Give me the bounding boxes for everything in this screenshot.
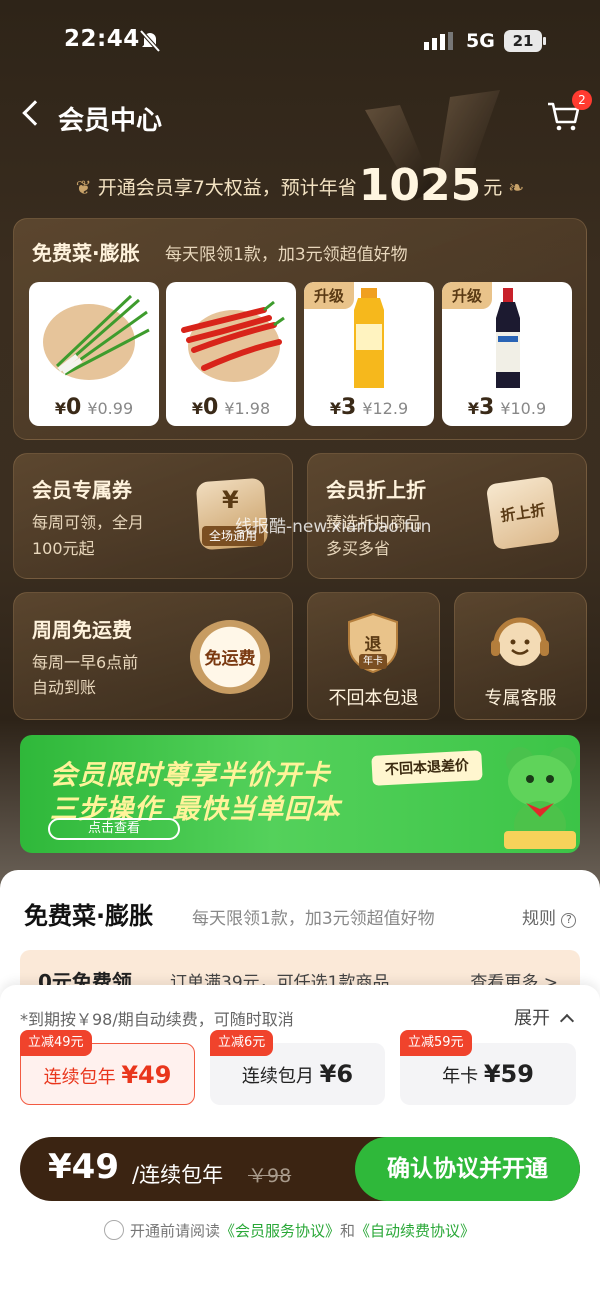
service-agreement-link[interactable]: 《会员服务协议》 — [220, 1222, 340, 1240]
network-label: 5G — [466, 30, 495, 52]
service-label: 专属客服 — [484, 688, 557, 709]
coupon-line1: 每周可领，全月 — [32, 513, 145, 532]
coupon-title: 会员专属券 — [32, 478, 132, 502]
mute-icon — [140, 30, 160, 52]
product-price: ¥3 ¥12.9 — [329, 395, 409, 420]
agreement-checkbox[interactable] — [104, 1220, 124, 1240]
plan-discount-tag: 立减6元 — [210, 1030, 274, 1056]
shipping-line1: 每周一早6点前 — [32, 653, 139, 672]
product-price: ¥0 ¥0.99 — [54, 395, 134, 420]
product-card-juice[interactable]: 升级 ¥3 ¥12.9 — [304, 282, 434, 426]
product-price: ¥3 ¥10.9 — [467, 395, 547, 420]
auto-renew-note: *到期按￥98/期自动续费，可随时取消 — [20, 1010, 294, 1029]
plan-discount-tag: 立减59元 — [400, 1030, 472, 1056]
chevron-up-icon — [559, 1013, 575, 1029]
sheet-subtitle: 每天限领1款，加3元领超值好物 — [192, 909, 435, 929]
plan-price: ¥49 — [121, 1061, 172, 1089]
agreement-prefix: 开通前请阅读 — [130, 1222, 221, 1240]
agreement-text: 开通前请阅读《会员服务协议》和《自动续费协议》 — [130, 1220, 475, 1241]
agreement-and: 和 — [340, 1222, 356, 1240]
savings-suffix: 元 — [483, 177, 503, 199]
savings-banner: ❦ 开通会员享7大权益，预计年省1025 元 ❧ — [0, 160, 600, 211]
coupon-icon-char: ¥ — [222, 486, 239, 514]
signal-icon — [424, 32, 453, 50]
chili-image — [181, 300, 285, 382]
mascot-image — [504, 747, 576, 849]
coupon-line2: 100元起 — [32, 539, 95, 558]
product-card-chili[interactable]: ¥0 ¥1.98 — [166, 282, 296, 426]
pay-amount: ¥49 — [48, 1147, 119, 1187]
refund-icon-sub: 年卡 — [359, 654, 387, 669]
pay-bar: ¥49 /连续包年 ￥98 确认协议并开通 — [20, 1137, 580, 1201]
rules-label: 规则 — [522, 909, 556, 929]
plan-label: 连续包月 — [241, 1066, 314, 1087]
sheet-title: 免费菜·膨胀 — [24, 902, 154, 930]
expand-button[interactable]: 展开 — [514, 1004, 575, 1030]
free-veg-subtitle: 每天限领1款，加3元领超值好物 — [165, 245, 408, 265]
promo-banner[interactable]: 会员限时尊享半价开卡 三步操作 最快当单回本 点击查看 不回本退差价 — [20, 735, 580, 853]
free-shipping-icon-text: 免运费 — [204, 649, 256, 669]
watermark: 线报酷-new.xianbao.fun — [235, 517, 432, 537]
pay-period: /连续包年 — [132, 1163, 224, 1187]
scallion-image — [43, 294, 150, 380]
plan-label: 连续包年 — [43, 1067, 116, 1088]
pay-original-price: ￥98 — [248, 1165, 292, 1187]
product-card-soy-sauce[interactable]: 升级 ¥3 ¥10.9 — [442, 282, 572, 426]
status-time: 22:44 — [64, 26, 140, 52]
promo-tag: 不回本退差价 — [371, 750, 483, 786]
page-title: 会员中心 — [58, 106, 163, 136]
product-card-scallion[interactable]: ¥0 ¥0.99 — [29, 282, 159, 426]
free-veg-title: 免费菜·膨胀 — [32, 241, 140, 265]
upgrade-badge: 升级 — [304, 282, 355, 309]
question-icon: ? — [561, 913, 577, 928]
headset-icon — [491, 617, 549, 666]
promo-view-button[interactable]: 点击查看 — [48, 818, 180, 840]
auto-renew-agreement-link[interactable]: 《自动续费协议》 — [355, 1222, 475, 1240]
plan-label: 年卡 — [442, 1066, 479, 1087]
refund-icon-char: 退 — [364, 635, 382, 655]
discount-tag-icon: 折上折 — [485, 475, 561, 551]
savings-prefix: 开通会员享7大权益，预计年省 — [97, 177, 357, 199]
cart-badge: 2 — [572, 90, 592, 110]
refund-label: 不回本包退 — [328, 688, 419, 709]
upgrade-badge: 升级 — [442, 282, 493, 309]
shipping-line2: 自动到账 — [32, 678, 97, 697]
expand-label: 展开 — [514, 1008, 550, 1029]
rules-link[interactable]: 规则 ? — [522, 904, 577, 929]
battery-tip — [543, 37, 546, 45]
product-price: ¥0 ¥1.98 — [191, 395, 271, 420]
laurel-right-icon: ❧ — [508, 177, 525, 199]
battery-level: 21 — [504, 30, 542, 52]
soy-sauce-image — [496, 288, 520, 388]
shipping-title: 周周免运费 — [32, 618, 132, 642]
discount-title: 会员折上折 — [326, 478, 426, 502]
confirm-subscribe-button[interactable]: 确认协议并开通 — [355, 1137, 580, 1201]
plan-price: ¥59 — [483, 1060, 534, 1088]
plan-price: ¥6 — [319, 1060, 354, 1088]
plan-discount-tag: 立减49元 — [20, 1030, 92, 1056]
laurel-left-icon: ❦ — [75, 177, 92, 199]
savings-amount: 1025 — [358, 160, 482, 211]
discount-line2: 多买多省 — [326, 539, 391, 558]
